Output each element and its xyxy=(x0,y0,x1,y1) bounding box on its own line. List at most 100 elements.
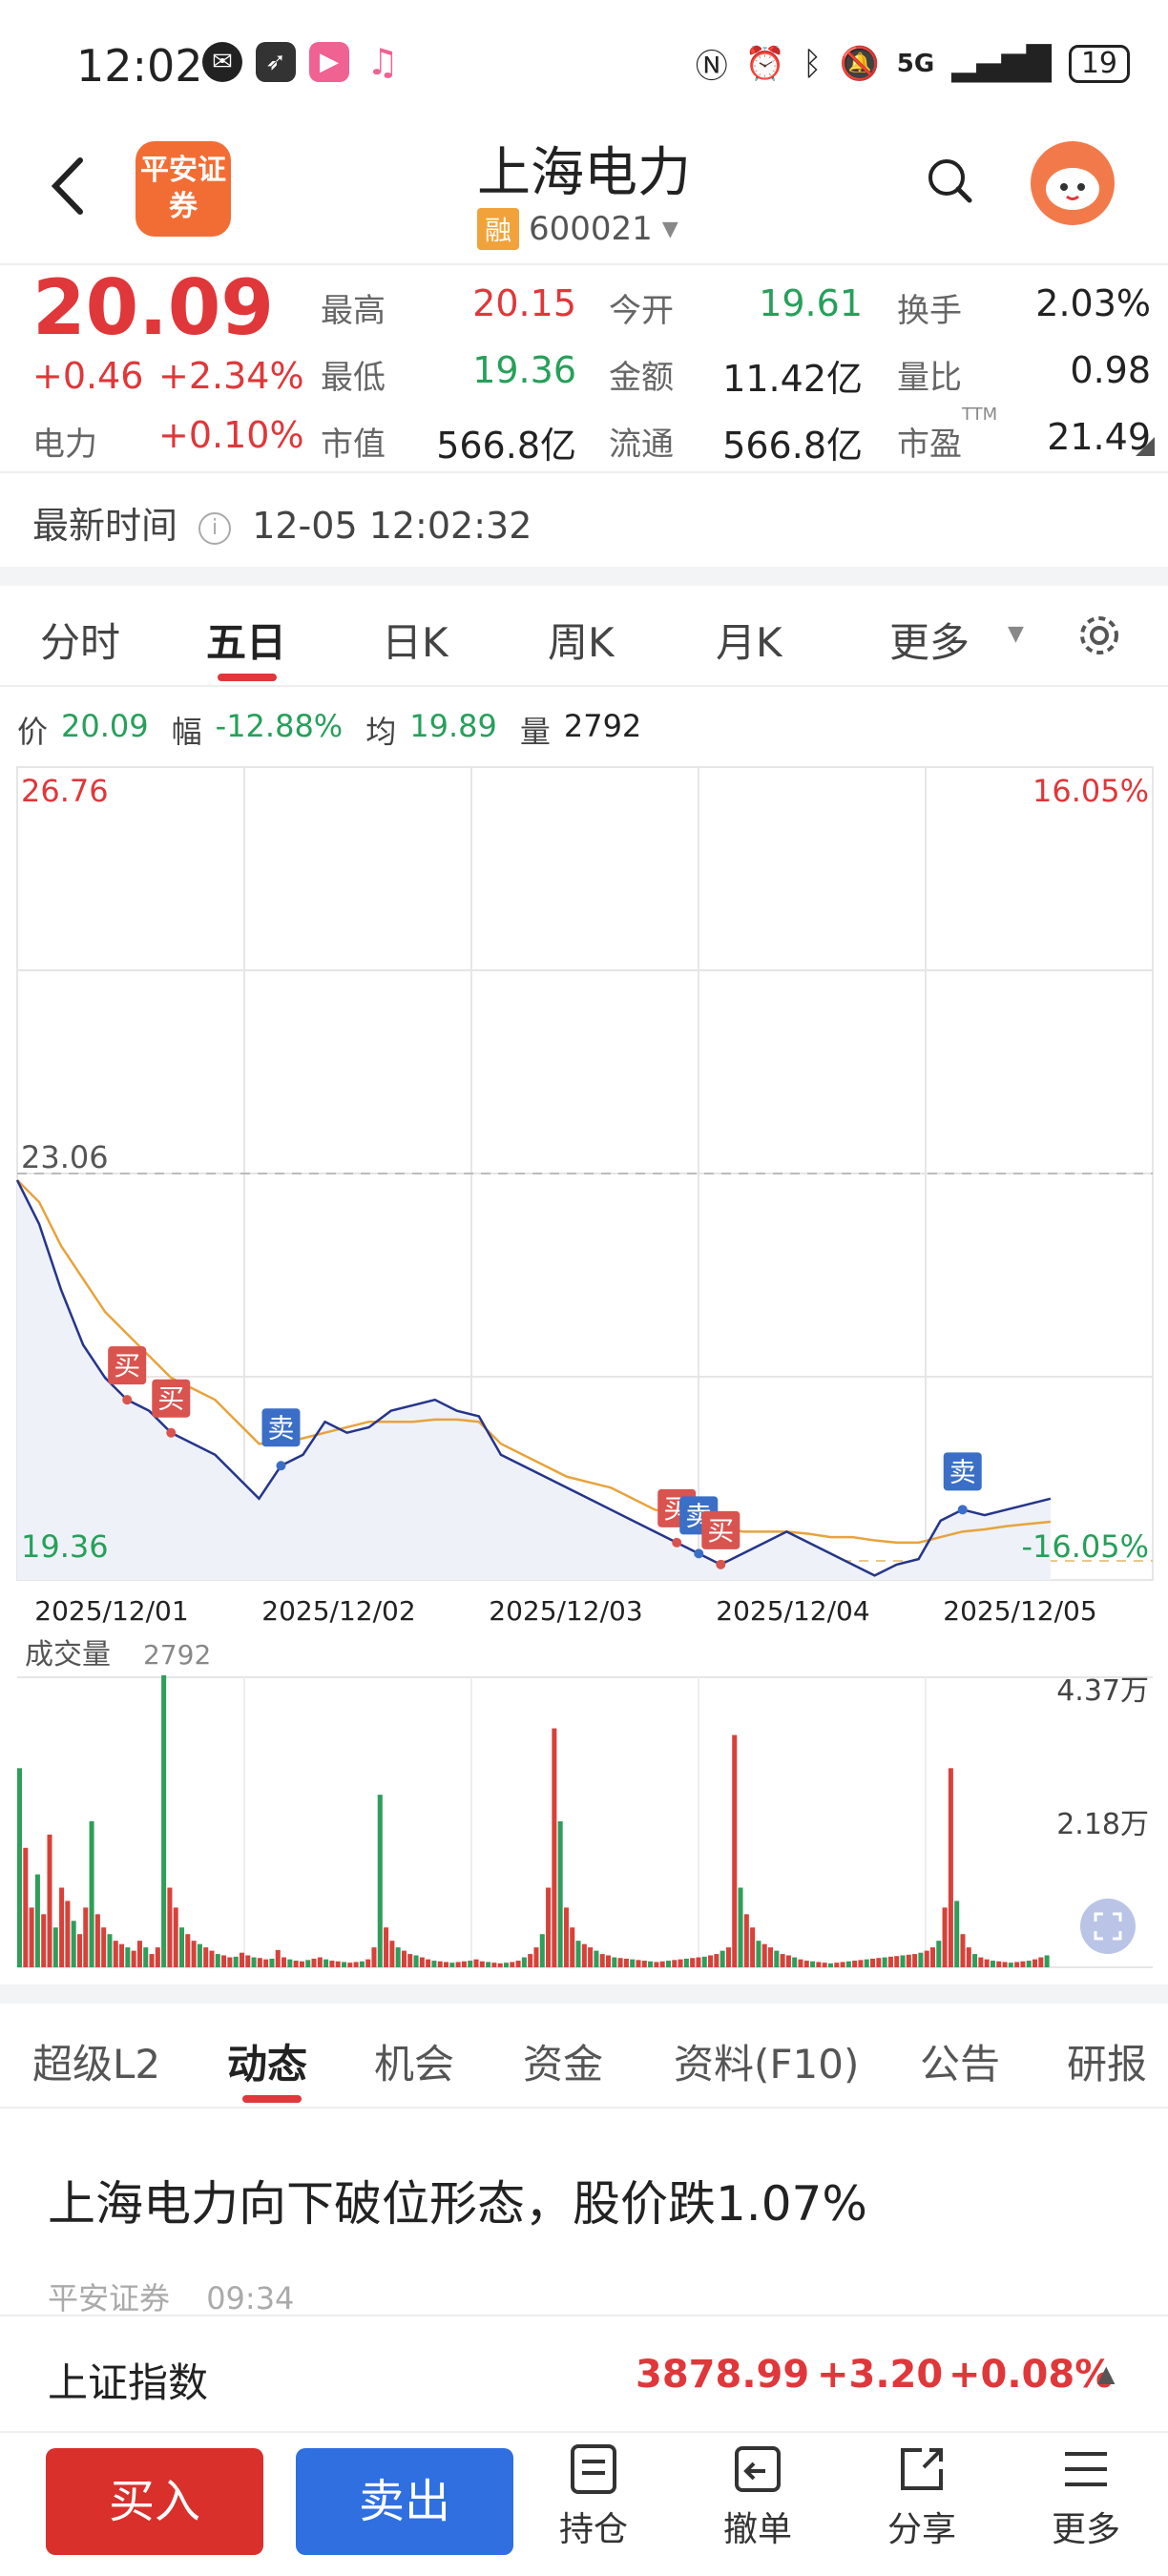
chart-tab[interactable]: 分时 xyxy=(40,611,120,669)
chart-tab[interactable]: 日K xyxy=(382,611,448,669)
volume-bar xyxy=(570,1927,575,1967)
ttm-superscript: TTM xyxy=(962,405,998,425)
volume-bar xyxy=(738,1887,743,1967)
nav-cancel[interactable]: 撤单 xyxy=(700,2442,815,2551)
volume-bar xyxy=(972,1954,978,1967)
feature-tab[interactable]: 公告 xyxy=(920,2032,1000,2090)
feature-tab[interactable]: 动态 xyxy=(227,2032,307,2090)
volume-bar xyxy=(659,1961,665,1967)
volume-bar xyxy=(305,1960,311,1967)
volume-bar xyxy=(59,1887,65,1967)
search-icon[interactable] xyxy=(926,156,973,204)
volume-bar xyxy=(426,1959,431,1967)
five-day-price-chart[interactable]: 买买卖买卖买卖26.76 16.05%23.0619.36 -16.05%2025/… xyxy=(0,754,1168,1631)
quote-label: 流通 xyxy=(609,426,674,464)
volume-bar xyxy=(71,1921,76,1967)
info-range: -12.88% xyxy=(215,708,344,744)
expand-chart-button[interactable] xyxy=(1080,1899,1136,1954)
info-vol-label: 量 xyxy=(519,714,551,750)
volume-bar xyxy=(557,1820,563,1967)
sell-button[interactable]: 卖出 xyxy=(296,2448,513,2555)
volume-bar xyxy=(347,1963,353,1967)
sector-name[interactable]: 电力 xyxy=(32,418,97,465)
sector-change-pct: +0.10% xyxy=(158,414,304,456)
latest-time-row: 最新时间 i 12-05 12:02:32 xyxy=(32,496,532,549)
feature-tab[interactable]: 超级L2 xyxy=(32,2032,160,2090)
section-gap xyxy=(0,567,1168,586)
mute-icon: 🔕 xyxy=(839,44,880,83)
chart-tab[interactable]: 更多 xyxy=(889,611,970,669)
feature-tab[interactable]: 资料(F10) xyxy=(674,2032,859,2090)
volume-bar xyxy=(528,1954,533,1967)
volume-bar xyxy=(906,1954,911,1967)
quote-value: 566.8亿 xyxy=(722,425,863,467)
volume-bar xyxy=(185,1934,191,1967)
volume-chart[interactable]: 成交量 2792 4.37万 2.18万 xyxy=(0,1622,1168,1975)
volume-bar xyxy=(623,1958,629,1967)
volume-max-label: 4.37万 xyxy=(1056,1674,1149,1708)
volume-bar xyxy=(497,1963,503,1967)
nav-more[interactable]: 更多 xyxy=(1029,2442,1143,2551)
volume-bar xyxy=(732,1735,738,1967)
trade-marker-label: 卖 xyxy=(267,1412,294,1444)
volume-bar xyxy=(311,1958,317,1967)
volume-bar xyxy=(521,1957,527,1967)
quote-label: 最高 xyxy=(321,292,386,330)
volume-bar xyxy=(149,1954,155,1967)
bluetooth-icon: ᛒ xyxy=(803,44,823,83)
volume-bar xyxy=(221,1955,227,1967)
feature-tab[interactable]: 研报 xyxy=(1067,2032,1147,2090)
nav-more-label: 更多 xyxy=(1051,2510,1120,2549)
volume-bar xyxy=(617,1958,623,1967)
volume-bar xyxy=(365,1959,371,1967)
chart-tab[interactable]: 五日 xyxy=(206,611,286,669)
info-icon[interactable]: i xyxy=(198,511,232,545)
price-change-pct: +2.34% xyxy=(158,355,304,397)
buy-button[interactable]: 买入 xyxy=(46,2448,263,2555)
volume-bar xyxy=(173,1907,178,1967)
nav-positions[interactable]: 持仓 xyxy=(536,2442,651,2551)
quote-label: 量比 xyxy=(897,359,962,397)
y-bottom-label: 19.36 xyxy=(21,1528,109,1565)
volume-bar xyxy=(954,1901,960,1967)
trade-marker-label: 买 xyxy=(707,1515,734,1547)
quote-value: 0.98 xyxy=(1070,349,1151,391)
chart-tab[interactable]: 月K xyxy=(716,611,782,669)
quote-value: 19.36 xyxy=(472,349,576,391)
latest-time-label: 最新时间 xyxy=(32,505,178,547)
volume-bar xyxy=(827,1963,833,1967)
trade-marker-label: 卖 xyxy=(949,1456,976,1487)
chart-tab[interactable]: 周K xyxy=(548,611,615,669)
quote-label: 市值 xyxy=(321,426,386,464)
assistant-avatar[interactable] xyxy=(1031,141,1115,225)
volume-bar xyxy=(491,1963,497,1967)
expand-icon xyxy=(1094,1912,1122,1941)
volume-bar xyxy=(1032,1959,1038,1967)
volume-bar xyxy=(876,1958,882,1967)
volume-bar xyxy=(756,1941,761,1967)
volume-bar xyxy=(468,1961,473,1967)
volume-bar xyxy=(533,1947,539,1967)
volume-bar xyxy=(887,1956,893,1967)
volume-bar xyxy=(942,1907,948,1967)
feature-tab[interactable]: 机会 xyxy=(374,2032,454,2090)
volume-bar xyxy=(803,1961,809,1967)
index-bar[interactable]: 上证指数 3878.99 +3.20 +0.08% ▲ xyxy=(0,2315,1168,2433)
quote-value: 19.61 xyxy=(759,282,863,324)
gear-icon[interactable] xyxy=(1076,613,1122,658)
volume-bar xyxy=(594,1950,599,1967)
nav-share[interactable]: 分享 xyxy=(865,2442,979,2551)
status-time: 12:02 xyxy=(76,40,203,92)
volume-bar xyxy=(293,1961,299,1967)
stock-code-selector[interactable]: 融 600021 ▼ xyxy=(477,208,678,250)
volume-bar xyxy=(870,1958,876,1967)
volume-bar xyxy=(996,1961,1002,1967)
feature-tab[interactable]: 资金 xyxy=(523,2032,603,2090)
volume-bar xyxy=(233,1956,239,1967)
news-title[interactable]: 上海电力向下破位形态，股价跌1.07% xyxy=(48,2166,867,2234)
trade-marker-dot xyxy=(694,1548,704,1559)
quote-value: 11.42亿 xyxy=(722,358,863,400)
volume-bar xyxy=(47,1834,52,1967)
y-top-pct: 16.05% xyxy=(1032,773,1149,809)
volume-bar xyxy=(785,1955,791,1967)
